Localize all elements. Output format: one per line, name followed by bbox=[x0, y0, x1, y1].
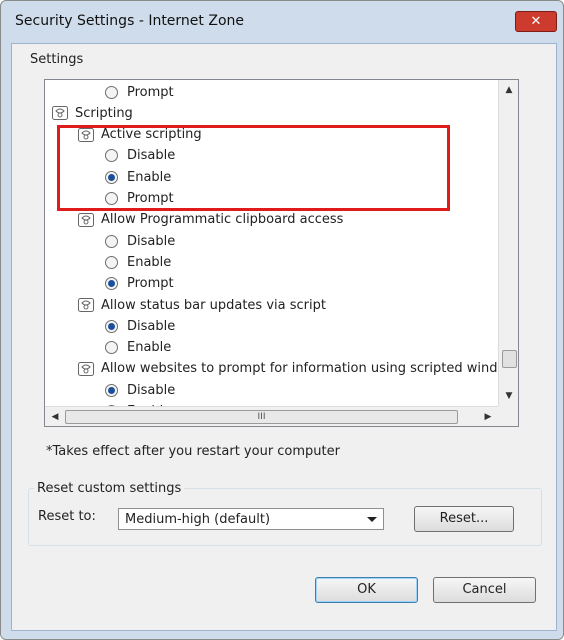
title-bar[interactable]: Security Settings - Internet Zone ✕ bbox=[1, 1, 563, 43]
setting-label: Prompt bbox=[127, 84, 174, 100]
radio-unselected-icon[interactable] bbox=[105, 341, 118, 355]
ok-button[interactable]: OK bbox=[315, 577, 418, 603]
radio-unselected-icon[interactable] bbox=[105, 234, 118, 248]
setting-label: Allow websites to prompt for information… bbox=[101, 361, 498, 377]
scroll-down-arrow-icon[interactable]: ▼ bbox=[499, 386, 518, 406]
radio-selected-icon[interactable] bbox=[105, 383, 118, 397]
setting-label: Prompt bbox=[127, 276, 174, 292]
setting-item: Allow Programmatic clipboard access bbox=[77, 210, 343, 230]
reset-to-label: Reset to: bbox=[38, 509, 96, 524]
settings-category: Scripting bbox=[51, 103, 133, 123]
radio-option[interactable]: Disable bbox=[105, 316, 175, 336]
setting-label: Allow Programmatic clipboard access bbox=[101, 212, 344, 228]
setting-label: Enable bbox=[127, 254, 172, 270]
radio-option[interactable]: Prompt bbox=[105, 82, 174, 102]
active-scripting-highlight-box bbox=[57, 125, 450, 211]
setting-label: Disable bbox=[127, 318, 176, 334]
radio-selected-icon[interactable] bbox=[105, 277, 118, 291]
window-title: Security Settings - Internet Zone bbox=[15, 13, 244, 29]
scroll-left-arrow-icon[interactable]: ◀ bbox=[45, 407, 65, 426]
radio-option[interactable]: Disable bbox=[105, 231, 175, 251]
scroll-right-arrow-icon[interactable]: ▶ bbox=[478, 407, 498, 426]
setting-item: Allow websites to prompt for information… bbox=[77, 359, 498, 379]
reset-level-value: Medium-high (default) bbox=[125, 512, 271, 527]
scroll-up-arrow-icon[interactable]: ▲ bbox=[499, 80, 518, 100]
cancel-button[interactable]: Cancel bbox=[433, 577, 536, 603]
script-settings-icon bbox=[77, 296, 95, 314]
radio-option[interactable]: Disable bbox=[105, 380, 175, 400]
script-settings-icon bbox=[77, 211, 95, 229]
radio-selected-icon[interactable] bbox=[105, 319, 118, 333]
setting-item: Allow status bar updates via script bbox=[77, 295, 326, 315]
vertical-scroll-thumb[interactable] bbox=[502, 350, 517, 368]
reset-button[interactable]: Reset... bbox=[414, 506, 514, 532]
radio-option[interactable]: Enable bbox=[105, 252, 171, 272]
radio-option[interactable]: Prompt bbox=[105, 274, 174, 294]
scrollbar-corner bbox=[498, 406, 518, 426]
radio-option[interactable]: Enable bbox=[105, 338, 171, 358]
chevron-down-icon bbox=[367, 517, 377, 522]
reset-group-label: Reset custom settings bbox=[34, 481, 185, 496]
radio-unselected-icon[interactable] bbox=[105, 85, 118, 99]
setting-label: Disable bbox=[127, 233, 176, 249]
script-settings-icon bbox=[77, 360, 95, 378]
radio-unselected-icon[interactable] bbox=[105, 255, 118, 269]
horizontal-scrollbar[interactable]: ◀ III ▶ bbox=[45, 406, 498, 426]
setting-label: Allow status bar updates via script bbox=[101, 297, 326, 313]
reset-level-dropdown[interactable]: Medium-high (default) bbox=[118, 508, 384, 530]
horizontal-scroll-thumb[interactable]: III bbox=[65, 410, 458, 424]
setting-label: Scripting bbox=[75, 105, 133, 121]
settings-group-label: Settings bbox=[28, 52, 86, 67]
vertical-scrollbar[interactable]: ▲ ▼ bbox=[498, 80, 518, 406]
setting-label: Disable bbox=[127, 382, 176, 398]
restart-note: *Takes effect after you restart your com… bbox=[46, 444, 340, 459]
close-button[interactable]: ✕ bbox=[515, 11, 557, 32]
setting-label: Enable bbox=[127, 340, 172, 356]
script-settings-icon bbox=[51, 104, 69, 122]
